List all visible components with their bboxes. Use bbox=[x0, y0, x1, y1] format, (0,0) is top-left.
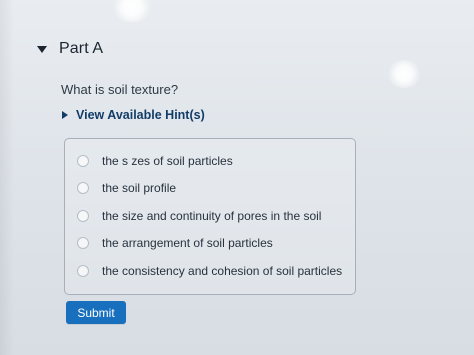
submit-button[interactable]: Submit bbox=[66, 301, 126, 324]
left-shadow bbox=[0, 0, 14, 355]
radio-button[interactable] bbox=[77, 210, 89, 222]
answer-option-text-5: the consistency and cohesion of soil par… bbox=[102, 264, 343, 278]
question-text: What is soil texture? bbox=[61, 82, 179, 97]
answer-option-text-2: the soil profile bbox=[102, 181, 177, 195]
radio-button[interactable] bbox=[77, 155, 89, 167]
screen-glare-right bbox=[387, 60, 421, 88]
part-header[interactable]: Part A bbox=[37, 40, 103, 58]
answer-option-text-1: the s zes of soil particles bbox=[102, 154, 233, 168]
answer-option-1[interactable]: the s zes of soil particles bbox=[77, 154, 233, 168]
radio-button[interactable] bbox=[77, 237, 89, 249]
answer-option-2[interactable]: the soil profile bbox=[77, 181, 176, 195]
answer-option-5[interactable]: the consistency and cohesion of soil par… bbox=[77, 264, 342, 278]
answer-option-4[interactable]: the arrangement of soil particles bbox=[77, 236, 273, 250]
screen: Part A What is soil texture? View Availa… bbox=[0, 0, 474, 355]
answer-options: the s zes of soil particles the soil pro… bbox=[64, 138, 356, 295]
radio-button[interactable] bbox=[77, 265, 89, 277]
answer-option-3[interactable]: the size and continuity of pores in the … bbox=[77, 209, 321, 223]
view-hints-link[interactable]: View Available Hint(s) bbox=[62, 108, 205, 122]
caret-down-icon[interactable] bbox=[37, 46, 47, 53]
answer-option-text-4: the arrangement of soil particles bbox=[102, 236, 273, 250]
radio-button[interactable] bbox=[77, 182, 89, 194]
answer-option-text-3: the size and continuity of pores in the … bbox=[102, 209, 322, 223]
part-title: Part A bbox=[59, 40, 104, 57]
hint-label: View Available Hint(s) bbox=[76, 108, 205, 122]
caret-right-icon bbox=[62, 111, 68, 119]
screen-glare-top bbox=[112, 0, 152, 22]
